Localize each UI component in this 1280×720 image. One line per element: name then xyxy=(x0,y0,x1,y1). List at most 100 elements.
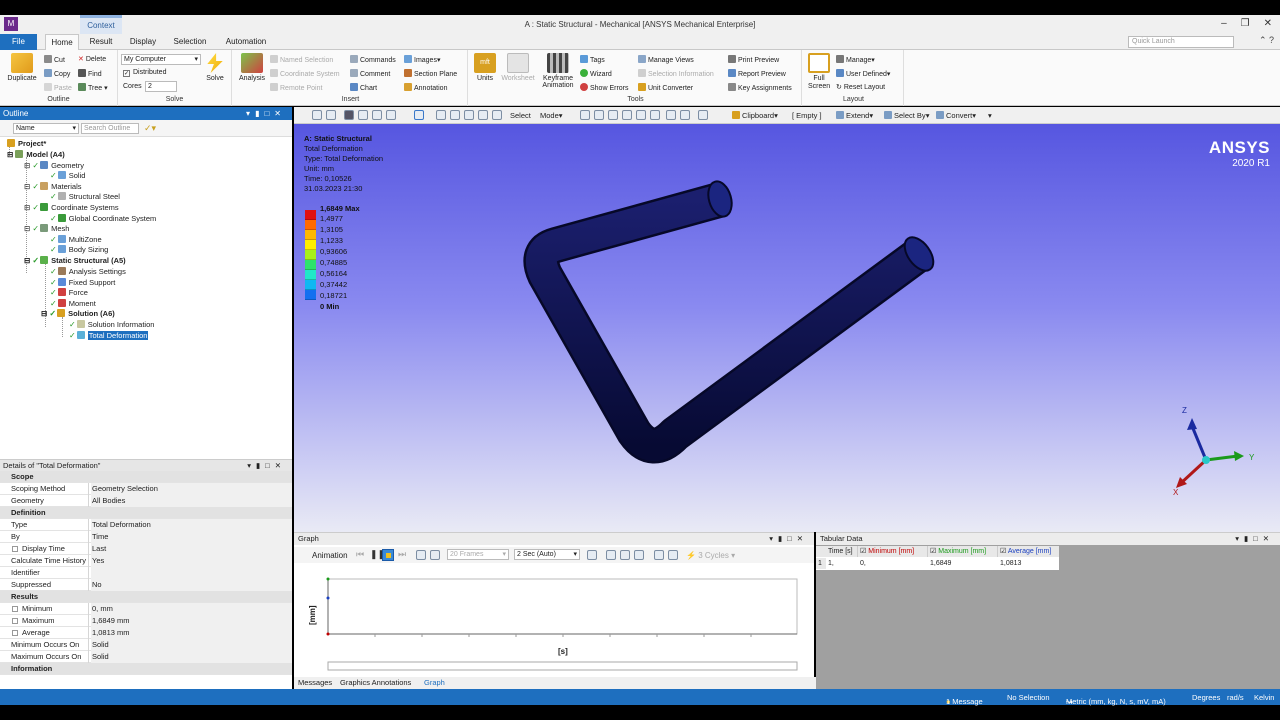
details-section-definition[interactable]: Definition xyxy=(0,507,292,519)
details-row[interactable]: Maximum 1,6849 mm xyxy=(0,615,292,627)
ribbon-collapse-icon[interactable]: ⌃ ? xyxy=(1259,35,1274,46)
select-body-icon[interactable] xyxy=(622,110,632,120)
tree-node-body-sizing[interactable]: ✓ Body Sizing xyxy=(50,245,108,255)
solve-process-select[interactable]: My Computer ▾ xyxy=(121,54,201,65)
cores-input[interactable]: 2 xyxy=(145,81,177,92)
copy-button[interactable]: Copy xyxy=(44,69,70,78)
cycles-button[interactable]: ⚡ 3 Cycles ▾ xyxy=(686,551,735,560)
select-mesh-icon[interactable] xyxy=(666,110,676,120)
details-row[interactable]: Geometry All Bodies xyxy=(0,495,292,507)
details-row[interactable]: Display Time Last xyxy=(0,543,292,555)
show-errors-button[interactable]: Show Errors xyxy=(580,83,629,92)
delete-button[interactable]: ✕ Delete xyxy=(78,55,106,63)
zoom-icon[interactable] xyxy=(450,110,460,120)
commands-button[interactable]: Commands xyxy=(350,55,396,64)
select-vertex-icon[interactable] xyxy=(580,110,590,120)
tree-node-solid[interactable]: ✓ Solid xyxy=(50,171,85,181)
tree-node-materials[interactable]: ⊟ ✓ Materials xyxy=(24,182,82,192)
tree-node-global-coordinate-system[interactable]: ✓ Global Coordinate System xyxy=(50,214,156,224)
cut-button[interactable]: Cut xyxy=(44,55,65,64)
zoom-box-icon[interactable] xyxy=(464,110,474,120)
view-icon[interactable] xyxy=(372,110,382,120)
tree-node-mesh[interactable]: ⊟ ✓ Mesh xyxy=(24,224,69,234)
details-section-information[interactable]: Information xyxy=(0,663,292,675)
rotate-icon[interactable] xyxy=(414,110,424,120)
zoom-out-icon[interactable] xyxy=(326,110,336,120)
details-row[interactable]: By Time xyxy=(0,531,292,543)
pipe-model[interactable] xyxy=(294,124,1280,532)
details-row[interactable]: Average 1,0813 mm xyxy=(0,627,292,639)
paste-button[interactable]: Paste xyxy=(44,83,72,92)
tree-node-solution-information[interactable]: ✓ Solution Information xyxy=(69,320,154,330)
tab-messages[interactable]: Messages xyxy=(298,678,332,687)
full-screen-button[interactable]: Full Screen xyxy=(806,53,832,91)
tree-node-multizone[interactable]: ✓ MultiZone xyxy=(50,235,102,245)
frames-select[interactable]: 20 Frames ▾ xyxy=(447,549,509,560)
find-button[interactable]: Find xyxy=(78,69,102,78)
tree-node-coordinate-systems[interactable]: ⊟ ✓ Coordinate Systems xyxy=(24,203,119,213)
analysis-button[interactable]: Analysis xyxy=(236,53,268,82)
select-mesh-icon[interactable] xyxy=(680,110,690,120)
details-row[interactable]: Maximum Occurs On Solid xyxy=(0,651,292,663)
zoom-fit-icon[interactable] xyxy=(478,110,488,120)
keyframe-animation-button[interactable]: Keyframe Animation xyxy=(538,53,578,89)
tab-graph[interactable]: Graph xyxy=(424,678,445,687)
wizard-button[interactable]: Wizard xyxy=(580,69,612,78)
reset-layout-button[interactable]: ↻ Reset Layout xyxy=(836,83,885,91)
worksheet-button[interactable]: Worksheet xyxy=(500,53,536,82)
tree-node-static-structural[interactable]: ⊟ ✓ Static Structural (A5) xyxy=(24,256,126,266)
tree-node-fixed-support[interactable]: ✓ Fixed Support xyxy=(50,278,115,288)
tab-result[interactable]: Result xyxy=(86,34,116,50)
annotation-button[interactable]: Annotation xyxy=(404,83,447,92)
units-button[interactable]: mft Units xyxy=(472,53,498,82)
forward-icon[interactable]: ⏭ xyxy=(398,549,406,560)
tree-button[interactable]: Tree ▾ xyxy=(78,83,108,92)
select-face-icon[interactable] xyxy=(608,110,618,120)
tree-node-analysis-settings[interactable]: ✓ Analysis Settings xyxy=(50,267,126,277)
graph-view-icon[interactable] xyxy=(654,550,664,560)
outline-search-input[interactable]: Search Outline xyxy=(81,123,139,134)
column-header-minimum[interactable]: ☑ Minimum [mm] xyxy=(858,546,928,557)
manage-views-button[interactable]: Manage Views xyxy=(638,55,694,64)
filter-check-icon[interactable]: ✓▾ xyxy=(144,123,156,134)
status-temperature[interactable]: Kelvin xyxy=(1254,693,1274,702)
details-row[interactable]: Minimum Occurs On Solid xyxy=(0,639,292,651)
remote-point-button[interactable]: Remote Point xyxy=(270,83,322,92)
coordinate-system-button[interactable]: Coordinate System xyxy=(270,69,340,78)
details-section-results[interactable]: Results xyxy=(0,591,292,603)
selection-information-button[interactable]: Selection Information xyxy=(638,69,714,78)
pan-icon[interactable] xyxy=(436,110,446,120)
duplicate-button[interactable]: Duplicate xyxy=(5,53,39,82)
column-header-average[interactable]: ☑ Average [mm] xyxy=(998,546,1059,557)
select-node-icon[interactable] xyxy=(636,110,646,120)
solve-button[interactable]: Solve xyxy=(202,53,228,82)
panel-controls-icon[interactable]: ▾▮□✕ xyxy=(246,107,286,120)
table-cell[interactable]: 0, xyxy=(858,558,928,569)
tab-selection[interactable]: Selection xyxy=(170,34,210,50)
section-plane-button[interactable]: Section Plane xyxy=(404,69,457,78)
select-by-button[interactable]: Select By▾ xyxy=(884,111,929,120)
restore-icon[interactable]: ❐ xyxy=(1241,18,1250,29)
view-cube-icon[interactable] xyxy=(344,110,354,120)
view-icon[interactable] xyxy=(358,110,368,120)
column-header-maximum[interactable]: ☑ Maximum [mm] xyxy=(928,546,998,557)
graphics-viewport[interactable]: A: Static Structural Total Deformation T… xyxy=(294,124,1280,532)
tab-display[interactable]: Display xyxy=(126,34,160,50)
convert-button[interactable]: Convert▾ xyxy=(936,111,976,120)
tree-node-moment[interactable]: ✓ Moment xyxy=(50,299,96,309)
frame-icon[interactable] xyxy=(416,550,426,560)
close-icon[interactable]: ✕ xyxy=(1264,18,1272,29)
graph-view-icon[interactable] xyxy=(668,550,678,560)
rewind-icon[interactable]: ⏮ xyxy=(356,549,364,560)
select-element-icon[interactable] xyxy=(650,110,660,120)
key-assignments-button[interactable]: Key Assignments xyxy=(728,83,792,92)
graph-view-icon[interactable] xyxy=(620,550,630,560)
frame-icon[interactable] xyxy=(430,550,440,560)
manage-button[interactable]: Manage▾ xyxy=(836,55,875,64)
table-cell[interactable]: 1,6849 xyxy=(928,558,998,569)
tab-home[interactable]: Home xyxy=(45,34,79,50)
zoom-graph-icon[interactable] xyxy=(606,550,616,560)
status-degrees[interactable]: Degrees xyxy=(1192,693,1220,702)
export-icon[interactable] xyxy=(587,550,597,560)
details-row[interactable]: Suppressed No xyxy=(0,579,292,591)
